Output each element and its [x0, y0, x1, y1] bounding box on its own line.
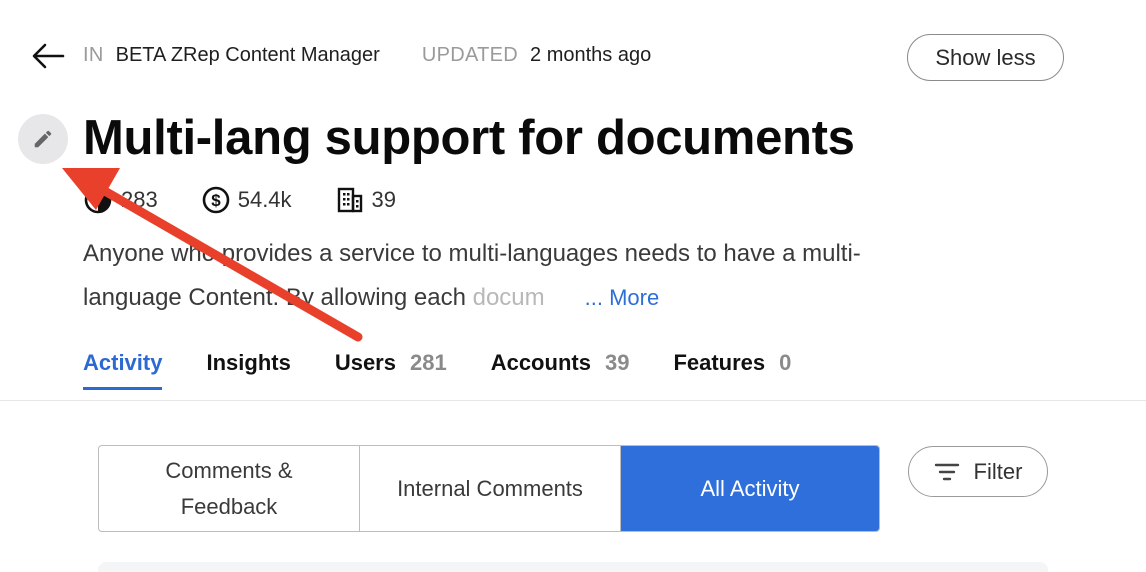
stats-row: 283 $ 54.4k 39 [83, 185, 440, 215]
revenue-stat: $ 54.4k [202, 186, 292, 214]
description-faded-text: docum [472, 284, 545, 311]
votes-count: 283 [121, 187, 158, 212]
tab-label: Users [334, 350, 396, 375]
tab-count: 39 [604, 350, 630, 375]
description-line-2: language Content. By allowing each docum… [83, 276, 1023, 320]
updated-label: UPDATED [421, 44, 519, 66]
segment-label: Internal Comments [397, 475, 583, 501]
back-button[interactable] [28, 38, 68, 74]
filter-icon [934, 463, 959, 480]
divider [0, 400, 1146, 401]
tab-label: Accounts [490, 350, 591, 375]
arrow-left-icon [32, 43, 65, 69]
building-icon [337, 187, 362, 213]
accounts-count: 39 [371, 187, 397, 212]
pencil-icon [34, 130, 52, 148]
activity-segmented-control: Comments & Feedback Internal Comments Al… [98, 445, 880, 532]
segment-comments-feedback[interactable]: Comments & Feedback [99, 446, 359, 531]
tab-features[interactable]: Features 0 [673, 350, 791, 386]
breadcrumb: IN BETA ZRep Content Manager UPDATED 2 m… [83, 44, 651, 67]
tab-users[interactable]: Users 281 [335, 350, 447, 386]
votes-stat: 283 [83, 185, 158, 215]
description-line-2-text: language Content. By allowing each [83, 284, 473, 311]
tab-label: Features [673, 350, 766, 375]
tab-label: Insights [206, 350, 291, 375]
page-title: Multi-lang support for documents [83, 111, 855, 165]
description-line-1: Anyone who provides a service to multi-l… [83, 240, 861, 267]
segment-all-activity[interactable]: All Activity [620, 446, 879, 531]
filter-button[interactable]: Filter [908, 446, 1048, 497]
vote-icon [84, 186, 112, 214]
tab-bar: Activity Insights Users 281 Accounts 39 … [83, 350, 835, 390]
segment-internal-comments[interactable]: Internal Comments [359, 446, 620, 531]
tab-accounts[interactable]: Accounts 39 [491, 350, 630, 386]
tab-insights[interactable]: Insights [206, 350, 290, 386]
tab-label: Activity [83, 350, 163, 375]
revenue-amount: 54.4k [237, 187, 292, 212]
tab-count: 0 [779, 350, 792, 375]
more-link[interactable]: ... More [585, 285, 660, 310]
in-label: IN [83, 44, 104, 66]
accounts-stat: 39 [336, 186, 396, 214]
show-less-button[interactable]: Show less [907, 34, 1064, 81]
updated-value: 2 months ago [530, 44, 652, 66]
tab-count: 281 [409, 350, 447, 375]
svg-text:$: $ [211, 191, 221, 210]
segment-label: Comments & Feedback [165, 457, 293, 519]
tab-activity[interactable]: Activity [83, 350, 163, 390]
description: Anyone who provides a service to multi-l… [83, 232, 1023, 320]
filter-label: Filter [973, 458, 1023, 484]
activity-feed-card [98, 562, 1048, 572]
segment-label: All Activity [700, 475, 800, 501]
product-link[interactable]: BETA ZRep Content Manager [116, 44, 380, 67]
edit-button[interactable] [18, 114, 68, 164]
dollar-icon: $ [202, 186, 230, 214]
